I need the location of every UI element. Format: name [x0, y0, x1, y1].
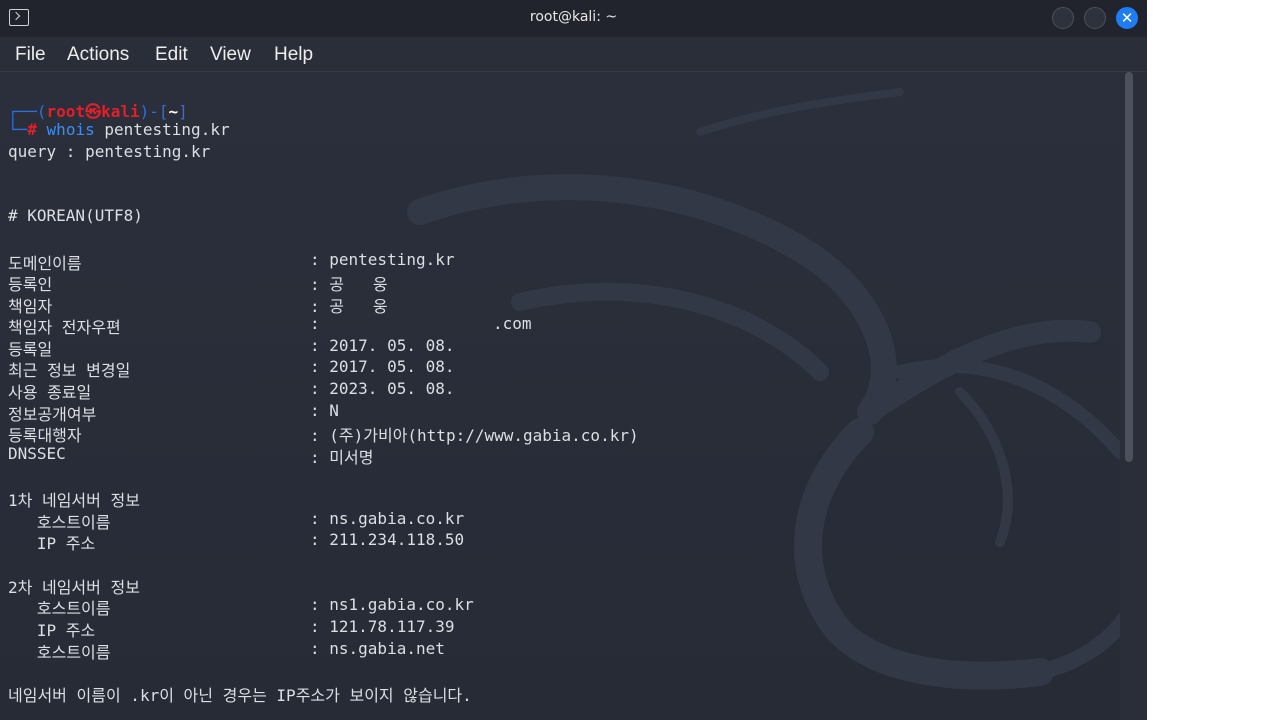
field-value: : ns1.gabia.co.kr: [310, 595, 474, 614]
prompt-at: ㉿: [85, 102, 102, 121]
menu-edit[interactable]: Edit: [155, 44, 188, 66]
field-value: : ns.gabia.co.kr: [310, 509, 465, 528]
prompt-open: ┌──(: [8, 102, 47, 121]
section-header: # KOREAN(UTF8): [8, 206, 143, 225]
command-name: whois: [46, 120, 95, 139]
menu-bar: File Actions Edit View Help: [0, 37, 1147, 72]
query-line: query : pentesting.kr: [8, 142, 211, 161]
field-value: : 2017. 05. 08.: [310, 336, 455, 355]
field-label: 등록인: [8, 275, 53, 294]
field-row: IP 주소 : 211.234.118.50: [8, 530, 464, 553]
prompt-hash-prefix: └─: [8, 120, 28, 139]
terminal-window: root@kali: ~ ✕ File Actions Edit View He…: [0, 0, 1147, 720]
terminal-output-area[interactable]: ┌──(root㉿kali)-[~] └─# whois pentesting.…: [0, 72, 1120, 720]
field-label: IP 주소: [8, 534, 96, 553]
menu-view[interactable]: View: [210, 44, 251, 66]
field-row: IP 주소 : 121.78.117.39: [8, 617, 455, 640]
field-row: 정보공개여부: N: [8, 401, 339, 424]
prompt-line-1: ┌──(root㉿kali)-[~]: [8, 98, 188, 121]
field-value: : .com: [310, 314, 532, 333]
prompt-hash: #: [27, 120, 37, 139]
field-label: 등록대행자: [8, 426, 82, 445]
footer-note: 네임서버 이름이 .kr이 아닌 경우는 IP주소가 보이지 않습니다.: [8, 686, 472, 705]
field-label: DNSSEC: [8, 444, 66, 463]
field-row: 호스트이름 : ns1.gabia.co.kr: [8, 595, 474, 618]
field-row: DNSSEC : 미서명: [8, 444, 373, 467]
field-row: 책임자: 공 웅: [8, 293, 388, 316]
prompt-user: root: [46, 102, 86, 121]
prompt-line-2: └─# whois pentesting.kr: [8, 120, 230, 142]
menu-file[interactable]: File: [15, 44, 46, 66]
close-icon: ✕: [1120, 9, 1134, 27]
vertical-scrollbar[interactable]: [1125, 72, 1133, 462]
maximize-button[interactable]: [1084, 7, 1106, 29]
minimize-button[interactable]: [1052, 7, 1074, 29]
field-row: 책임자 전자우편 : .com: [8, 314, 532, 337]
field-label: 책임자 전자우편: [8, 318, 121, 337]
field-value: : (주)가비아(http://www.gabia.co.kr): [310, 426, 639, 445]
window-title: root@kali: ~: [529, 9, 618, 25]
field-row: 호스트이름: ns.gabia.co.kr: [8, 509, 464, 532]
field-value: : 2017. 05. 08.: [310, 357, 455, 376]
prompt-dir: ~: [168, 102, 179, 121]
field-row: 등록대행자 : (주)가비아(http://www.gabia.co.kr): [8, 422, 639, 445]
title-bar[interactable]: root@kali: ~ ✕: [0, 0, 1147, 37]
field-label: 호스트이름: [8, 643, 111, 662]
prompt-close: ]: [178, 102, 188, 121]
field-value: : N: [310, 401, 339, 420]
close-button[interactable]: ✕: [1116, 7, 1138, 29]
ns1-header: 1차 네임서버 정보: [8, 491, 140, 510]
field-value: : pentesting.kr: [310, 250, 455, 269]
field-value: : ns.gabia.net: [310, 639, 445, 658]
prompt-host: kali: [101, 102, 140, 121]
field-value: : 121.78.117.39: [310, 617, 455, 636]
menu-help[interactable]: Help: [274, 44, 313, 66]
prompt-mid: )-[: [139, 102, 169, 121]
field-value: : 2023. 05. 08.: [310, 379, 455, 398]
kali-dragon-watermark: [407, 88, 1120, 690]
field-label: 사용 종료일: [8, 383, 92, 402]
field-value: : 211.234.118.50: [310, 530, 465, 549]
field-row: 사용 종료일 : 2023. 05. 08.: [8, 379, 455, 402]
field-label: 호스트이름: [8, 599, 111, 618]
ns2-header: 2차 네임서버 정보: [8, 578, 140, 597]
field-label: 최근 정보 변경일: [8, 361, 131, 380]
field-row: 호스트이름 : ns.gabia.net: [8, 639, 445, 662]
field-row: 등록인 : 공 웅: [8, 271, 388, 294]
field-value: : 공 웅: [310, 275, 388, 294]
field-row: 등록일: 2017. 05. 08.: [8, 336, 455, 359]
field-value: : 미서명: [310, 448, 374, 467]
field-row: 최근 정보 변경일 : 2017. 05. 08.: [8, 357, 455, 380]
field-label: IP 주소: [8, 621, 96, 640]
field-row: 도메인이름: pentesting.kr: [8, 250, 455, 273]
command-arg: pentesting.kr: [104, 120, 230, 139]
menu-actions[interactable]: Actions: [67, 44, 129, 66]
